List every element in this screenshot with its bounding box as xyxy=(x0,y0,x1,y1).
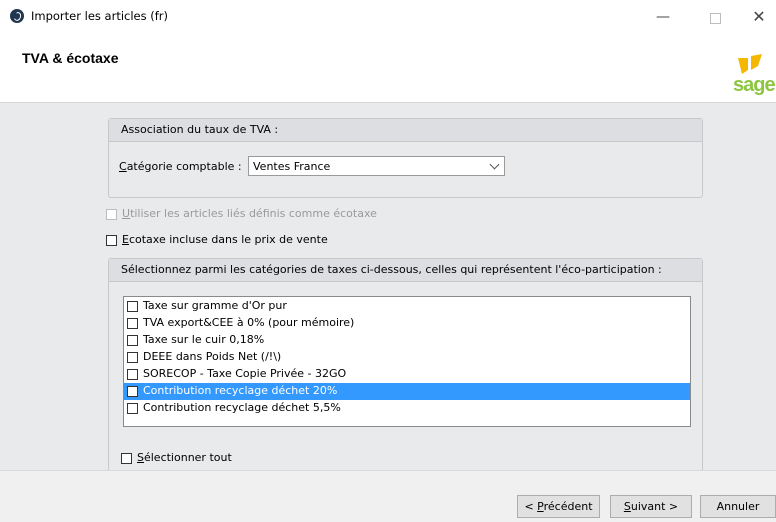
category-label: Catégorie comptable : xyxy=(119,160,242,173)
sage-logo: sage xyxy=(728,54,776,102)
list-item-checkbox[interactable] xyxy=(127,368,138,380)
included-in-price-checkbox-row[interactable]: Ecotaxe incluse dans le prix de vente xyxy=(106,233,328,249)
linked-articles-checkbox[interactable] xyxy=(106,208,117,220)
sage-leaf-icon xyxy=(738,54,762,74)
list-item-label: Taxe sur le cuir 0,18% xyxy=(143,333,265,346)
next-button[interactable]: Suivant > xyxy=(610,495,692,518)
list-item-checkbox[interactable] xyxy=(127,402,138,414)
page-title: TVA & écotaxe xyxy=(22,50,119,66)
list-item-selected[interactable]: Contribution recyclage déchet 20% xyxy=(124,383,690,400)
list-item-checkbox[interactable] xyxy=(127,334,138,346)
title-bar: Importer les articles (fr) — ✕ xyxy=(0,0,776,36)
category-select-value: Ventes France xyxy=(253,160,331,173)
tva-group-header: Association du taux de TVA : xyxy=(109,119,702,142)
maximize-button[interactable] xyxy=(692,0,738,36)
list-item-checkbox[interactable] xyxy=(127,351,138,363)
previous-button[interactable]: < Précédent xyxy=(517,495,600,518)
list-item-checkbox[interactable] xyxy=(127,300,138,312)
wizard-content: Association du taux de TVA : Catégorie c… xyxy=(0,102,776,472)
maximize-icon xyxy=(709,13,721,24)
list-item-label: Taxe sur gramme d'Or pur xyxy=(143,299,287,312)
eco-group-header: Sélectionnez parmi les catégories de tax… xyxy=(109,259,702,282)
included-in-price-checkbox[interactable] xyxy=(106,234,117,246)
list-item-label: TVA export&CEE à 0% (pour mémoire) xyxy=(143,316,355,329)
list-item-label: DEEE dans Poids Net (/!\) xyxy=(143,350,282,363)
wizard-footer: < Précédent Suivant > Annuler xyxy=(0,470,776,522)
window-title: Importer les articles (fr) xyxy=(31,9,169,23)
list-item[interactable]: Taxe sur gramme d'Or pur xyxy=(124,298,690,315)
list-item-label: SORECOP - Taxe Copie Privée - 32GO xyxy=(143,367,347,380)
list-item-label: Contribution recyclage déchet 20% xyxy=(143,384,338,397)
list-item[interactable]: Contribution recyclage déchet 5,5% xyxy=(124,400,690,417)
list-item-label: Contribution recyclage déchet 5,5% xyxy=(143,401,341,414)
minimize-button[interactable]: — xyxy=(640,0,686,36)
cancel-button[interactable]: Annuler xyxy=(700,495,776,518)
list-item-checkbox[interactable] xyxy=(127,317,138,329)
wizard-header: TVA & écotaxe sage xyxy=(0,36,776,102)
list-item[interactable]: DEEE dans Poids Net (/!\) xyxy=(124,349,690,366)
list-item[interactable]: TVA export&CEE à 0% (pour mémoire) xyxy=(124,315,690,332)
linked-articles-checkbox-row[interactable]: Utiliser les articles liés définis comme… xyxy=(106,207,377,223)
eco-participation-group: Sélectionnez parmi les catégories de tax… xyxy=(108,258,703,472)
app-icon xyxy=(10,9,24,23)
category-select[interactable]: Ventes France xyxy=(248,156,505,176)
select-all-checkbox-row[interactable]: Sélectionner tout xyxy=(121,451,232,467)
list-item[interactable]: SORECOP - Taxe Copie Privée - 32GO xyxy=(124,366,690,383)
list-item-checkbox[interactable] xyxy=(127,385,138,397)
tva-association-group: Association du taux de TVA : Catégorie c… xyxy=(108,118,703,198)
select-all-label: Sélectionner tout xyxy=(137,451,232,464)
close-button[interactable]: ✕ xyxy=(736,0,776,36)
linked-articles-label: Utiliser les articles liés définis comme… xyxy=(122,207,377,220)
tax-category-list[interactable]: Taxe sur gramme d'Or pur TVA export&CEE … xyxy=(123,296,691,427)
list-item[interactable]: Taxe sur le cuir 0,18% xyxy=(124,332,690,349)
logo-text: sage xyxy=(733,74,776,96)
chevron-down-icon[interactable] xyxy=(489,159,500,170)
select-all-checkbox[interactable] xyxy=(121,452,132,464)
included-in-price-label: Ecotaxe incluse dans le prix de vente xyxy=(122,233,328,246)
